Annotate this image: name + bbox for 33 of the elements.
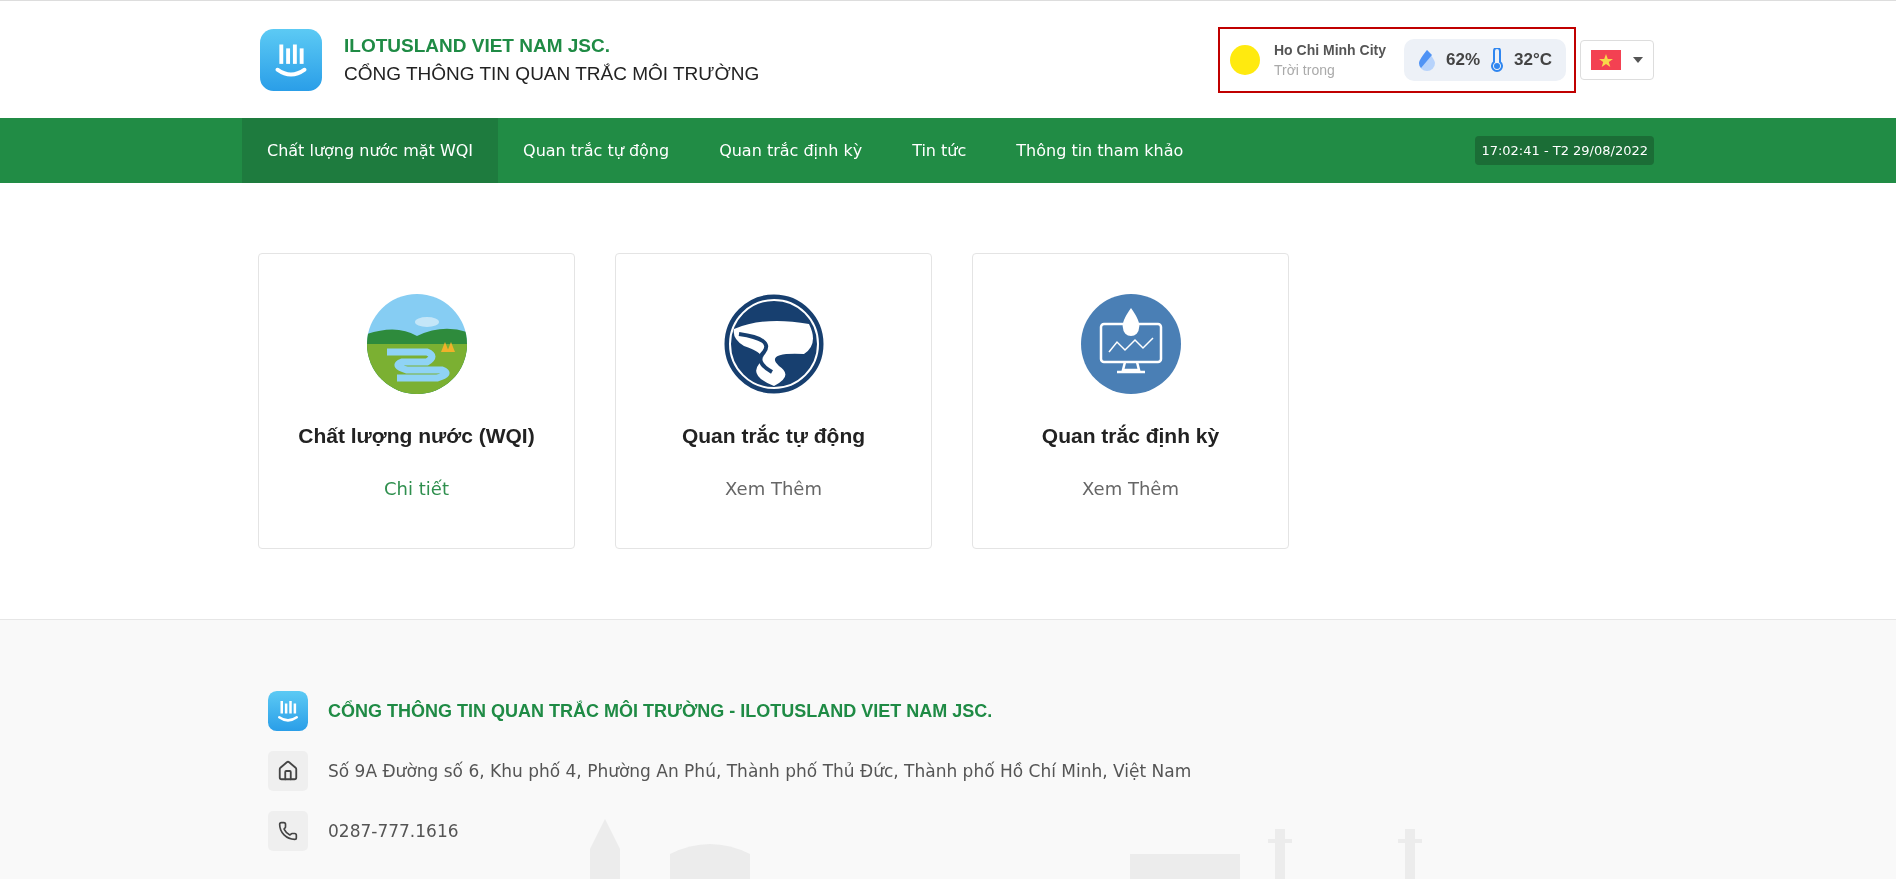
card-link[interactable]: Xem Thêm (1082, 478, 1179, 499)
contact-text: 0287-777.1616 (328, 821, 459, 841)
weather-condition: Trời trong (1274, 61, 1336, 78)
city-name: Ho Chi Minh City (1274, 41, 1386, 58)
nav-tab[interactable]: Quan trắc định kỳ (694, 118, 888, 183)
monitor-icon (1080, 294, 1181, 394)
nav-tab[interactable]: Tin tức (887, 118, 992, 183)
card-title: Quan trắc định kỳ (1041, 424, 1220, 448)
logo-icon (268, 691, 308, 731)
humidity-value: 62% (1446, 49, 1480, 70)
temperature-value: 32°C (1514, 49, 1552, 70)
home-icon (277, 760, 299, 782)
card-link[interactable]: Xem Thêm (725, 478, 822, 499)
flag-icon (1591, 49, 1621, 70)
logo-icon (260, 28, 322, 91)
contact-text: Số 9A Đường số 6, Khu phố 4, Phường An Phú, Thành phố Thủ Đức, Thành phố Hồ Chí Minh, Việt Nam (328, 761, 1192, 781)
sun-icon (1230, 44, 1260, 75)
nav-tab[interactable]: Thông tin tham khảo (991, 118, 1209, 183)
footer-title: CỔNG THÔNG TIN QUAN TRẮC MÔI TRƯỜNG - ILOTUSLAND VIET NAM JSC. (328, 700, 993, 722)
river-icon (723, 294, 824, 394)
portal-title: CỔNG THÔNG TIN QUAN TRẮC MÔI TRƯỜNG (344, 62, 760, 85)
nav-tab[interactable]: Chất lượng nước mặt WQI (242, 118, 499, 183)
card-title: Chất lượng nước (WQI) (298, 424, 535, 448)
nav-tab[interactable]: Quan trắc tự động (498, 118, 695, 183)
caret-icon (1633, 56, 1643, 63)
card-title: Quan trắc tự động (681, 424, 866, 448)
phone-icon (278, 821, 298, 841)
card-link[interactable]: Chi tiết (384, 478, 449, 499)
date-time: 17:02:41 - T2 29/08/2022 (1475, 136, 1654, 165)
droplet-icon (1418, 48, 1436, 71)
company-name: ILOTUSLAND VIET NAM JSC. (344, 34, 611, 57)
thermometer-icon (1490, 47, 1504, 72)
language-dropdown[interactable] (1580, 39, 1654, 80)
